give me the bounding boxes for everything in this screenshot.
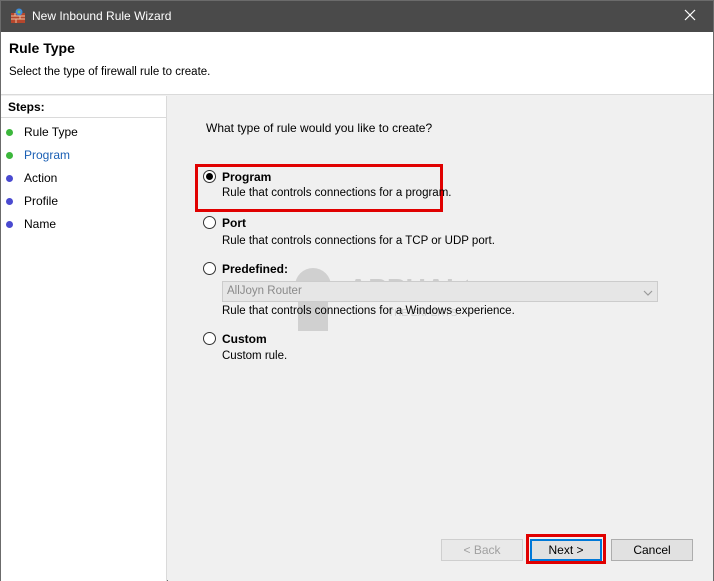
step-label: Rule Type <box>24 125 78 139</box>
back-button[interactable]: < Back <box>441 539 523 561</box>
wizard-content: What type of rule would you like to crea… <box>168 96 713 581</box>
predefined-radio[interactable] <box>203 262 216 275</box>
firewall-icon <box>10 8 26 24</box>
option-description: Rule that controls connections for a pro… <box>222 187 452 199</box>
close-button[interactable] <box>667 1 713 32</box>
option-label: Predefined: <box>222 262 289 276</box>
page-subtitle: Select the type of firewall rule to crea… <box>9 66 211 78</box>
window-title: New Inbound Rule Wizard <box>32 9 172 23</box>
option-label: Port <box>222 216 246 230</box>
step-label: Profile <box>24 194 59 208</box>
step-pending-icon <box>6 221 13 228</box>
option-label: Custom <box>222 332 267 346</box>
steps-sidebar: Steps: Rule Type Program Action Profile … <box>1 96 167 581</box>
port-radio[interactable] <box>203 216 216 229</box>
step-rule-type[interactable]: Rule Type <box>1 121 165 143</box>
step-program[interactable]: Program <box>1 144 165 166</box>
custom-radio[interactable] <box>203 332 216 345</box>
step-label: Name <box>24 217 57 231</box>
title-bar[interactable]: New Inbound Rule Wizard <box>1 1 713 32</box>
predefined-description: Rule that controls connections for a Win… <box>222 305 515 317</box>
wizard-window: New Inbound Rule Wizard Rule Type Select… <box>0 0 714 581</box>
predefined-select: AllJoyn Router <box>222 281 658 302</box>
option-label: Program <box>222 170 272 184</box>
step-current-icon <box>6 152 13 159</box>
step-action[interactable]: Action <box>1 167 165 189</box>
select-value: AllJoyn Router <box>227 285 302 297</box>
rule-type-question: What type of rule would you like to crea… <box>206 121 433 135</box>
step-profile[interactable]: Profile <box>1 190 165 212</box>
step-pending-icon <box>6 175 13 182</box>
step-pending-icon <box>6 198 13 205</box>
option-description: Rule that controls connections for a TCP… <box>222 235 495 247</box>
step-label: Action <box>24 171 58 185</box>
cancel-button[interactable]: Cancel <box>611 539 693 561</box>
step-done-icon <box>6 129 13 136</box>
step-label: Program <box>24 148 71 162</box>
steps-title: Steps: <box>8 100 45 114</box>
page-title: Rule Type <box>9 40 75 56</box>
next-button[interactable]: Next > <box>530 539 602 561</box>
program-radio[interactable] <box>203 170 216 183</box>
option-description: Custom rule. <box>222 350 288 362</box>
step-name[interactable]: Name <box>1 213 165 235</box>
chevron-down-icon <box>643 287 653 297</box>
steps-divider <box>1 117 166 118</box>
wizard-header: Rule Type Select the type of firewall ru… <box>1 32 713 95</box>
close-icon <box>684 9 696 24</box>
